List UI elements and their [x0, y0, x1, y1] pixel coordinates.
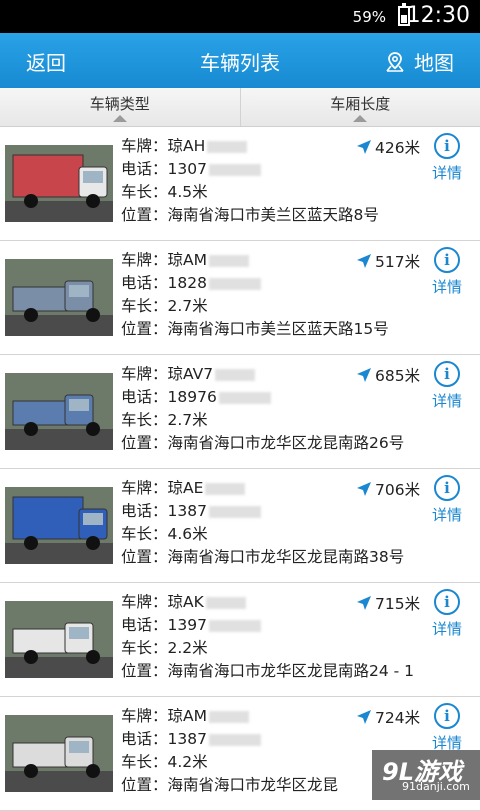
- sort-arrow-icon: [113, 115, 127, 122]
- sort-vehicle-type-label: 车辆类型: [90, 95, 150, 113]
- location-row: 位置：海南省海口市美兰区蓝天路8号: [121, 204, 379, 227]
- watermark-url: 91danji.com: [402, 780, 470, 793]
- sort-cargo-length[interactable]: 车厢长度: [240, 88, 480, 126]
- map-pin-icon: [384, 51, 406, 73]
- details-label: 详情: [432, 276, 462, 297]
- vehicle-info: 车牌：琼AM 电话：1387 车长：4.2米 位置：海南省海口市龙华区龙昆: [121, 705, 338, 797]
- info-icon: i: [434, 589, 460, 615]
- length-row: 车长：4.6米: [121, 523, 404, 546]
- truck-photo: [5, 715, 113, 792]
- vehicle-list-item[interactable]: 车牌：琼AK 电话：1397 车长：2.2米 位置：海南省海口市龙华区龙昆南路2…: [0, 583, 480, 697]
- vehicle-list-item[interactable]: 车牌：琼AH 电话：1307 车长：4.5米 位置：海南省海口市美兰区蓝天路8号…: [0, 127, 480, 241]
- location-row: 位置：海南省海口市龙华区龙昆南路24 - 1: [121, 660, 414, 683]
- phone-row: 电话：1307: [121, 158, 379, 181]
- details-button[interactable]: i 详情: [432, 133, 462, 183]
- truck-photo: [5, 259, 113, 336]
- vehicle-info: 车牌：琼AH 电话：1307 车长：4.5米 位置：海南省海口市美兰区蓝天路8号: [121, 135, 379, 227]
- plate-row: 车牌：琼AM: [121, 249, 389, 272]
- clock: 12:30: [407, 3, 470, 28]
- phone-row: 电话：1397: [121, 614, 414, 637]
- truck-photo: [5, 487, 113, 564]
- vehicle-list-item[interactable]: 车牌：琼AM 电话：1828 车长：2.7米 位置：海南省海口市美兰区蓝天路15…: [0, 241, 480, 355]
- navigation-arrow-icon: [356, 595, 372, 611]
- distance-value: 426米: [375, 136, 420, 158]
- plate-row: 车牌：琼AH: [121, 135, 379, 158]
- phone-row: 电话：1387: [121, 500, 404, 523]
- details-label: 详情: [432, 618, 462, 639]
- status-bar: 59% 12:30: [0, 0, 480, 33]
- distance-value: 517米: [375, 250, 420, 272]
- distance: 724米: [356, 706, 420, 728]
- details-button[interactable]: i 详情: [432, 703, 462, 753]
- distance: 517米: [356, 250, 420, 272]
- length-row: 车长：4.5米: [121, 181, 379, 204]
- details-button[interactable]: i 详情: [432, 589, 462, 639]
- details-label: 详情: [432, 504, 462, 525]
- details-button[interactable]: i 详情: [432, 247, 462, 297]
- distance: 706米: [356, 478, 420, 500]
- details-button[interactable]: i 详情: [432, 361, 462, 411]
- distance-value: 724米: [375, 706, 420, 728]
- length-row: 车长：4.2米: [121, 751, 338, 774]
- navigation-arrow-icon: [356, 253, 372, 269]
- app-header: 返回 车辆列表 地图: [0, 33, 480, 88]
- site-watermark: 9L游戏 91danji.com: [372, 750, 480, 800]
- info-icon: i: [434, 475, 460, 501]
- map-button-label: 地图: [414, 47, 454, 76]
- info-icon: i: [434, 703, 460, 729]
- navigation-arrow-icon: [356, 139, 372, 155]
- sort-cargo-length-label: 车厢长度: [330, 95, 390, 113]
- truck-photo: [5, 145, 113, 222]
- info-icon: i: [434, 247, 460, 273]
- vehicle-list-item[interactable]: 车牌：琼AV7 电话：18976 车长：2.7米 位置：海南省海口市龙华区龙昆南…: [0, 355, 480, 469]
- length-row: 车长：2.7米: [121, 409, 404, 432]
- truck-photo: [5, 601, 113, 678]
- distance: 426米: [356, 136, 420, 158]
- length-row: 车长：2.2米: [121, 637, 414, 660]
- distance-value: 706米: [375, 478, 420, 500]
- distance: 715米: [356, 592, 420, 614]
- details-label: 详情: [432, 390, 462, 411]
- vehicle-list-item[interactable]: 车牌：琼AE 电话：1387 车长：4.6米 位置：海南省海口市龙华区龙昆南路3…: [0, 469, 480, 583]
- info-icon: i: [434, 133, 460, 159]
- details-button[interactable]: i 详情: [432, 475, 462, 525]
- phone-row: 电话：1387: [121, 728, 338, 751]
- distance-value: 685米: [375, 364, 420, 386]
- navigation-arrow-icon: [356, 481, 372, 497]
- info-icon: i: [434, 361, 460, 387]
- truck-photo: [5, 373, 113, 450]
- plate-row: 车牌：琼AM: [121, 705, 338, 728]
- map-button[interactable]: 地图: [384, 47, 454, 76]
- sort-bar: 车辆类型 车厢长度: [0, 88, 480, 127]
- location-row: 位置：海南省海口市龙华区龙昆: [121, 774, 338, 797]
- navigation-arrow-icon: [356, 367, 372, 383]
- distance: 685米: [356, 364, 420, 386]
- vehicle-list: 车牌：琼AH 电话：1307 车长：4.5米 位置：海南省海口市美兰区蓝天路8号…: [0, 127, 480, 811]
- phone-row: 电话：18976: [121, 386, 404, 409]
- location-row: 位置：海南省海口市美兰区蓝天路15号: [121, 318, 389, 341]
- location-row: 位置：海南省海口市龙华区龙昆南路38号: [121, 546, 404, 569]
- sort-vehicle-type[interactable]: 车辆类型: [0, 88, 240, 126]
- distance-value: 715米: [375, 592, 420, 614]
- navigation-arrow-icon: [356, 709, 372, 725]
- battery-percentage: 59%: [353, 8, 386, 26]
- vehicle-info: 车牌：琼AM 电话：1828 车长：2.7米 位置：海南省海口市美兰区蓝天路15…: [121, 249, 389, 341]
- length-row: 车长：2.7米: [121, 295, 389, 318]
- phone-row: 电话：1828: [121, 272, 389, 295]
- details-label: 详情: [432, 162, 462, 183]
- sort-arrow-icon: [353, 115, 367, 122]
- location-row: 位置：海南省海口市龙华区龙昆南路26号: [121, 432, 404, 455]
